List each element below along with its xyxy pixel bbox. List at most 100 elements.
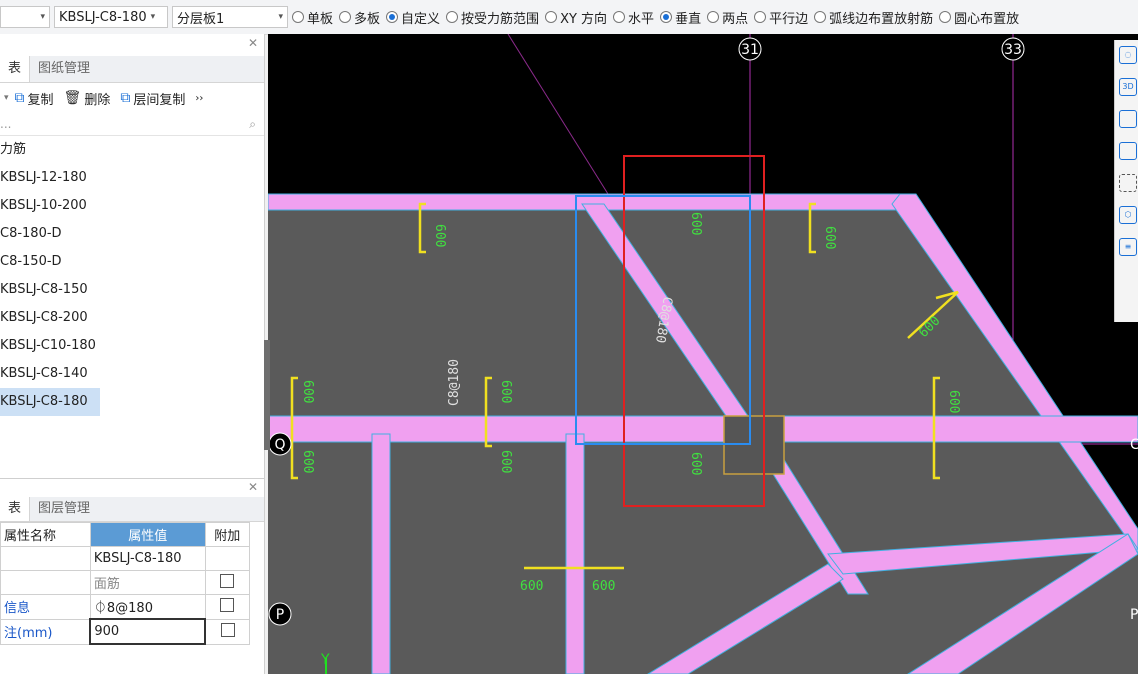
radio-icon[interactable]	[446, 11, 459, 23]
copy-icon: ⧉	[14, 90, 25, 106]
radio-option[interactable]: 按受力筋范围	[446, 8, 539, 27]
radio-icon[interactable]	[613, 11, 626, 23]
list-item[interactable]: 力筋	[0, 136, 264, 164]
radio-option[interactable]: 两点	[707, 8, 748, 27]
search-input[interactable]: ... ⌕	[0, 113, 264, 136]
close-icon[interactable]: ✕	[248, 36, 258, 50]
radio-icon[interactable]	[339, 11, 352, 23]
list-item[interactable]: KBSLJ-12-180	[0, 164, 264, 192]
search-icon[interactable]: ⌕	[249, 117, 256, 132]
floor-copy-button[interactable]: ⧉ 层间复制	[120, 89, 185, 108]
extra-cell	[204, 570, 251, 595]
list-item[interactable]: KBSLJ-C8-200	[0, 304, 264, 332]
rebar-length-label: 600	[498, 380, 513, 403]
chevron-down-icon: ▾	[40, 12, 45, 22]
close-icon[interactable]: ✕	[248, 480, 258, 494]
radio-icon[interactable]	[386, 11, 399, 23]
radio-label: 两点	[722, 11, 749, 27]
rebar-length-label: 600	[688, 452, 703, 475]
tab-layer-manager[interactable]: 图层管理	[30, 497, 98, 521]
dashed-select-icon[interactable]	[1119, 174, 1137, 192]
property-value[interactable]: 面筋	[89, 570, 206, 595]
list-item[interactable]: C8-150-D	[0, 248, 264, 276]
axis-label-31: 31	[741, 42, 759, 58]
axis-label-c: C	[1130, 437, 1138, 453]
3d-view-icon[interactable]: 3D	[1119, 78, 1137, 96]
radio-icon[interactable]	[545, 11, 558, 23]
radio-icon[interactable]	[707, 11, 720, 23]
list-item[interactable]: KBSLJ-C8-150	[0, 276, 264, 304]
radio-option[interactable]: 弧线边布置放射筋	[814, 8, 933, 27]
chevron-down-icon[interactable]: ▾	[4, 93, 9, 103]
cube-icon[interactable]: ⬡	[1119, 206, 1137, 224]
layers-copy-icon: ⧉	[120, 90, 131, 106]
top-view-icon[interactable]	[1119, 142, 1137, 160]
properties-icon[interactable]: ≡	[1119, 238, 1137, 256]
radio-option[interactable]: XY 方向	[545, 8, 607, 27]
slab-drawing: 31 33 Q P C P 600 600 600 600 600 600 60…	[268, 34, 1138, 674]
radio-option[interactable]: 多板	[339, 8, 380, 27]
layer-select[interactable]: 分层板1 ▾	[172, 6, 288, 28]
rebar-length-label: 600	[520, 579, 543, 594]
panel-header: ✕	[0, 34, 264, 56]
header-extra: 附加	[204, 522, 251, 547]
copy-button[interactable]: ⧉ 复制	[15, 89, 54, 108]
list-item[interactable]: KBSLJ-C10-180	[0, 332, 264, 360]
tab-drawing-manager[interactable]: 图纸管理	[30, 56, 98, 82]
radio-icon[interactable]	[814, 11, 827, 23]
radio-option[interactable]: 自定义	[386, 8, 440, 27]
radio-label: 多板	[354, 11, 381, 27]
extra-cell	[204, 618, 251, 645]
header-value: 属性值	[89, 522, 206, 547]
rebar-name-select[interactable]: KBSLJ-C8-180 ▾	[54, 6, 168, 28]
radio-label: 自定义	[401, 11, 441, 27]
rebar-spec-label: C8@180	[447, 359, 462, 406]
radio-icon[interactable]	[660, 11, 673, 23]
radio-option[interactable]: 水平	[613, 8, 654, 27]
front-view-icon[interactable]	[1119, 110, 1137, 128]
radio-icon[interactable]	[754, 11, 767, 23]
more-icon[interactable]: ››	[195, 93, 203, 104]
radio-label: 弧线边布置放射筋	[829, 11, 934, 27]
panel-collapse-handle[interactable]	[264, 340, 270, 450]
radio-label: 按受力筋范围	[461, 11, 540, 27]
rebar-length-label: 600	[688, 212, 703, 235]
property-name: 信息	[0, 594, 91, 620]
property-value[interactable]: KBSLJ-C8-180	[89, 546, 206, 571]
rebar-length-label: 600	[946, 390, 961, 413]
radio-option[interactable]: 圆心布置放	[939, 8, 1019, 27]
rebar-length-label: 600	[822, 226, 837, 249]
panel-header: ✕	[0, 479, 264, 497]
radio-icon[interactable]	[292, 11, 304, 23]
list-item[interactable]: KBSLJ-10-200	[0, 192, 264, 220]
radio-icon[interactable]	[939, 11, 952, 23]
extra-checkbox[interactable]	[220, 573, 235, 588]
combo-type[interactable]: ▾	[0, 6, 50, 28]
mode-radio-group: 单板 多板 自定义 按受力筋范围 XY 方向 水平 垂直 两点 平行边 弧线边布置放射筋 圆心布置放	[292, 8, 1025, 27]
axis-label-q: Q	[274, 437, 285, 453]
rebar-length-label: 600	[300, 380, 315, 403]
delete-button[interactable]: 🗑 删除	[64, 89, 111, 108]
list-item[interactable]: KBSLJ-C8-140	[0, 360, 264, 388]
radio-label: 圆心布置放	[954, 11, 1020, 27]
axis-label-p: P	[276, 607, 284, 623]
tab-property-list[interactable]: 表	[0, 497, 31, 521]
property-value[interactable]: 900	[89, 618, 207, 645]
extra-cell	[204, 594, 251, 620]
chevron-down-icon: ▾	[278, 12, 283, 22]
extra-checkbox[interactable]	[220, 622, 235, 637]
property-value[interactable]: ⏀8@180	[89, 594, 206, 620]
orbit-icon[interactable]: ◌	[1119, 46, 1137, 64]
rebar-length-label: 600	[300, 450, 315, 473]
table-row: 面筋	[0, 570, 251, 595]
radio-option[interactable]: 垂直	[660, 8, 701, 27]
radio-option[interactable]: 单板	[292, 8, 333, 27]
drawing-canvas[interactable]: 31 33 Q P C P 600 600 600 600 600 600 60…	[268, 34, 1138, 674]
component-tabs: 表 图纸管理	[0, 56, 264, 83]
list-item[interactable]: C8-180-D	[0, 220, 264, 248]
tab-list[interactable]: 表	[0, 56, 31, 82]
options-toolbar: ▾ KBSLJ-C8-180 ▾ 分层板1 ▾ 单板 多板 自定义 按受力筋范围 XY 方向…	[0, 0, 1138, 35]
radio-option[interactable]: 平行边	[754, 8, 808, 27]
extra-checkbox[interactable]	[220, 597, 235, 612]
list-item[interactable]: KBSLJ-C8-180	[0, 388, 100, 416]
